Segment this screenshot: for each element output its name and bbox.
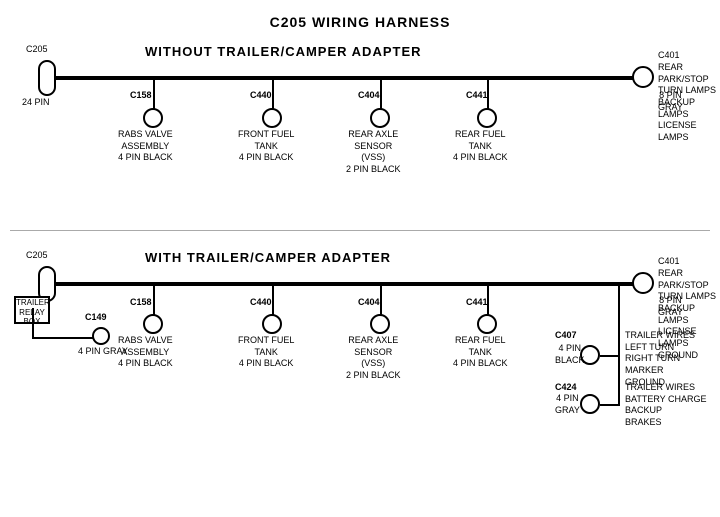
bottom-c407-name: C407 [555,330,577,342]
bottom-c407-hline [600,355,620,357]
bottom-right-branch-v [618,284,620,404]
bottom-c424-hline [600,404,620,406]
bottom-c158-desc: RABS VALVEASSEMBLY4 PIN BLACK [118,335,173,370]
top-c401-connector [632,66,654,88]
bottom-c158-connector [143,314,163,334]
top-c440-drop [272,79,274,109]
bottom-c149-drop-horiz [32,308,34,338]
bottom-c441-desc: REAR FUELTANK4 PIN BLACK [453,335,508,370]
bottom-c424-connector [580,394,600,414]
bottom-c404-drop [380,285,382,315]
top-c404-drop [380,79,382,109]
top-c440-desc: FRONT FUELTANK4 PIN BLACK [238,129,294,164]
bottom-c158-name: C158 [130,297,152,309]
top-c440-connector [262,108,282,128]
bottom-c404-name: C404 [358,297,380,309]
top-c441-name: C441 [466,90,488,102]
top-c401-label: C401 [658,50,680,62]
page-title: C205 WIRING HARNESS [0,6,720,30]
bottom-c149-connector [92,327,110,345]
top-c401-pin: 8 PINGRAY [658,90,683,113]
top-c440-name: C440 [250,90,272,102]
bottom-c441-connector [477,314,497,334]
top-section-label: WITHOUT TRAILER/CAMPER ADAPTER [145,44,422,59]
bottom-c440-drop [272,285,274,315]
bottom-c407-pin: 4 PINBLACK [555,343,585,366]
bottom-c407-desc: TRAILER WIRESLEFT TURNRIGHT TURNMARKERGR… [625,330,695,388]
bottom-c404-desc: REAR AXLESENSOR(VSS)2 PIN BLACK [346,335,401,382]
top-c158-connector [143,108,163,128]
bottom-c424-pin: 4 PINGRAY [555,393,580,416]
bottom-c205-label: C205 [26,250,48,262]
bottom-c149-hline [32,337,94,339]
top-c441-desc: REAR FUELTANK4 PIN BLACK [453,129,508,164]
top-c404-desc: REAR AXLESENSOR(VSS)2 PIN BLACK [346,129,401,176]
top-c205-label: C205 [26,44,48,56]
diagram-area: C205 WIRING HARNESS WITHOUT TRAILER/CAMP… [0,0,720,490]
top-c205-connector [38,60,56,96]
bottom-c440-connector [262,314,282,334]
bottom-c149-name: C149 [85,312,107,324]
top-c158-drop [153,79,155,109]
bottom-section-label: WITH TRAILER/CAMPER ADAPTER [145,250,391,265]
top-c404-name: C404 [358,90,380,102]
bottom-c424-desc: TRAILER WIRESBATTERY CHARGEBACKUPBRAKES [625,382,707,429]
bottom-c401-connector [632,272,654,294]
bottom-c401-pin: 8 PINGRAY [658,295,683,318]
bottom-c158-drop [153,285,155,315]
bottom-c404-connector [370,314,390,334]
top-c158-desc: RABS VALVEASSEMBLY4 PIN BLACK [118,129,173,164]
bottom-c424-name: C424 [555,382,577,394]
bottom-c441-name: C441 [466,297,488,309]
top-main-line [55,76,645,80]
bottom-c440-name: C440 [250,297,272,309]
top-c158-name: C158 [130,90,152,102]
bottom-c401-label: C401 [658,256,680,268]
bottom-c440-desc: FRONT FUELTANK4 PIN BLACK [238,335,294,370]
bottom-main-line [55,282,645,286]
top-c441-connector [477,108,497,128]
top-c205-pin: 24 PIN [22,97,50,109]
divider [10,230,710,231]
top-c404-connector [370,108,390,128]
